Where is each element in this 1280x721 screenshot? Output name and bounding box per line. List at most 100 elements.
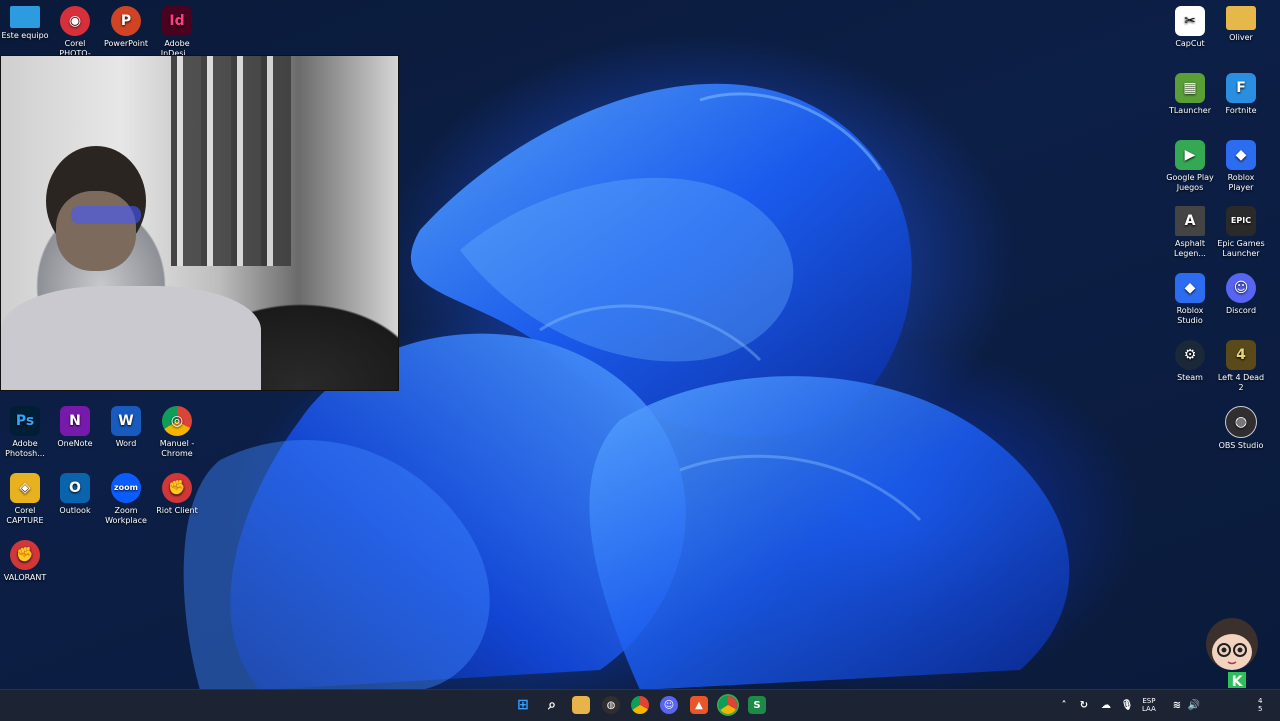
svg-text:K: K (1232, 674, 1244, 690)
tray-cloud-icon[interactable]: ☁ (1097, 696, 1115, 714)
desktop-icon-roblox-player[interactable]: ◆ Roblox Player (1216, 134, 1266, 193)
tray-clock-top: 4 (1258, 697, 1263, 705)
powerpoint-icon: P (111, 6, 141, 36)
desktop-icon-label: Roblox Studio (1176, 306, 1204, 325)
search-icon[interactable]: ⌕ (543, 696, 561, 714)
desktop-icon-label: Roblox Player (1227, 173, 1255, 192)
desktop-icon-asphalt[interactable]: A Asphalt Legen... (1165, 200, 1215, 259)
corel-photo-paint-icon: ◉ (60, 6, 90, 36)
onenote-icon: N (60, 406, 90, 436)
desktop-icon-roblox-studio[interactable]: ◆ Roblox Studio (1165, 267, 1215, 326)
desktop-icon-fortnite[interactable]: F Fortnite (1216, 67, 1266, 116)
webcam-overlay (0, 55, 399, 391)
tray-language-bottom: LAA (1142, 705, 1156, 713)
desktop-icon-label: Epic Games Launcher (1217, 239, 1265, 258)
file-explorer-icon[interactable] (572, 696, 590, 714)
tray-clock-bottom: 5 (1258, 705, 1263, 713)
webcam-person-face (56, 191, 136, 271)
tray-microphone-icon[interactable]: 🎙 (1118, 696, 1136, 714)
start-icon[interactable]: ⊞ (514, 696, 532, 714)
desktop-icon-discord[interactable]: ☺ Discord (1216, 267, 1266, 316)
desktop-icon-label: Asphalt Legen... (1174, 239, 1206, 258)
chrome-icon: ◎ (162, 406, 192, 436)
tray-volume-icon[interactable]: 🔊 (1185, 696, 1203, 714)
desktop-icon-powerpoint[interactable]: P PowerPoint (101, 0, 151, 49)
chrome-profile-icon[interactable] (719, 696, 737, 714)
desktop-icon-label: VALORANT (3, 573, 47, 582)
desktop-icon-google-play-juegos[interactable]: ▶ Google Play Juegos (1165, 134, 1215, 193)
valorant-icon: ✊ (10, 540, 40, 570)
fortnite-icon: F (1226, 73, 1256, 103)
word-icon: W (111, 406, 141, 436)
desktop-icon-tlauncher[interactable]: ▦ TLauncher (1165, 67, 1215, 116)
desktop-icon-outlook[interactable]: O Outlook (50, 467, 100, 516)
desktop-icon-label: OBS Studio (1218, 441, 1264, 450)
desktop-icon-manuel-chrome[interactable]: ◎ Manuel - Chrome (152, 400, 202, 459)
desktop-icon-oliver[interactable]: Oliver (1216, 0, 1266, 43)
desktop-icon-label: Steam (1177, 373, 1203, 382)
desktop-icon-este-equipo[interactable]: Este equipo (0, 0, 50, 41)
desktop-icon-label: Outlook (59, 506, 91, 515)
desktop-icon-riot-client[interactable]: ✊ Riot Client (152, 467, 202, 516)
obs-studio-icon: ◍ (1225, 406, 1257, 438)
desktop-icon-obs-studio[interactable]: ◍ OBS Studio (1216, 400, 1266, 451)
discord-icon[interactable]: ☺ (660, 696, 678, 714)
roblox-studio-icon: ◆ (1175, 273, 1205, 303)
folder-icon (1226, 6, 1256, 30)
desktop-icon-photoshop[interactable]: Ps Adobe Photosh... (0, 400, 50, 459)
desktop-icon-label: Manuel - Chrome (159, 439, 195, 458)
indesign-icon: Id (162, 6, 192, 36)
desktop-icon-label: Adobe Photosh... (5, 439, 45, 458)
obs-studio-icon[interactable]: ◍ (602, 696, 620, 714)
asphalt-icon: A (1175, 206, 1205, 236)
tray-language-top: ESP (1142, 697, 1156, 705)
desktop-icon-label: Word (115, 439, 137, 448)
webcam-clothes-rack (171, 56, 291, 266)
app-green-icon[interactable]: S (748, 696, 766, 714)
outlook-icon: O (60, 473, 90, 503)
desktop-icon-left4dead2[interactable]: 4 Left 4 Dead 2 (1216, 334, 1266, 393)
tray-wifi-icon[interactable]: ≋ (1168, 696, 1186, 714)
taskbar: ⊞ ⌕ ◍ ☺ ▲ S ˄ ↻ ☁ 🎙 ESP LAA ≋ 🔊 4 5 (0, 689, 1280, 721)
app-orange-icon[interactable]: ▲ (690, 696, 708, 714)
desktop-icon-label: TLauncher (1168, 106, 1212, 115)
desktop-icon-zoom-workplace[interactable]: zoom Zoom Workplace (101, 467, 151, 526)
roblox-player-icon: ◆ (1226, 140, 1256, 170)
desktop-icon-label: Oliver (1229, 33, 1253, 42)
tray-language[interactable]: ESP LAA (1142, 697, 1156, 713)
desktop-icon-steam[interactable]: ⚙ Steam (1165, 334, 1215, 383)
desktop-icon-label: Fortnite (1225, 106, 1257, 115)
desktop-icon-corel-capture[interactable]: ◈ Corel CAPTURE (0, 467, 50, 526)
desktop-icon-label: OneNote (57, 439, 93, 448)
tray-sync-icon[interactable]: ↻ (1075, 696, 1093, 714)
desktop-icon-label: Left 4 Dead 2 (1217, 373, 1265, 392)
tlauncher-icon: ▦ (1175, 73, 1205, 103)
desktop-icon-label: Riot Client (156, 506, 198, 515)
epic-games-icon: EPIC (1226, 206, 1256, 236)
corel-capture-icon: ◈ (10, 473, 40, 503)
desktop-icon-valorant[interactable]: ✊ VALORANT (0, 534, 50, 583)
avatar-mascot-drawing: K (1206, 618, 1258, 690)
left4dead2-icon: 4 (1226, 340, 1256, 370)
desktop-icon-word[interactable]: W Word (101, 400, 151, 449)
webcam-person-shirt (1, 286, 261, 390)
tray-chevron-up-icon[interactable]: ˄ (1055, 696, 1073, 714)
discord-icon: ☺ (1226, 273, 1256, 303)
chrome-icon[interactable] (631, 696, 649, 714)
monitor-icon (10, 6, 40, 28)
tray-clock[interactable]: 4 5 (1258, 697, 1262, 713)
steam-icon: ⚙ (1175, 340, 1205, 370)
desktop-icon-capcut[interactable]: ✂ CapCut (1165, 0, 1215, 49)
desktop-icon-label: Corel CAPTURE (6, 506, 44, 525)
desktop-icon-label: Discord (1225, 306, 1257, 315)
google-play-games-icon: ▶ (1175, 140, 1205, 170)
desktop-icon-onenote[interactable]: N OneNote (50, 400, 100, 449)
capcut-icon: ✂ (1175, 6, 1205, 36)
desktop-icon-label: Zoom Workplace (105, 506, 147, 525)
riot-client-icon: ✊ (162, 473, 192, 503)
zoom-icon: zoom (111, 473, 141, 503)
photoshop-icon: Ps (10, 406, 40, 436)
desktop-icon-indesign[interactable]: Id Adobe InDesi... (152, 0, 202, 59)
desktop-icon-label: CapCut (1175, 39, 1205, 48)
desktop-icon-epic-games[interactable]: EPIC Epic Games Launcher (1216, 200, 1266, 259)
